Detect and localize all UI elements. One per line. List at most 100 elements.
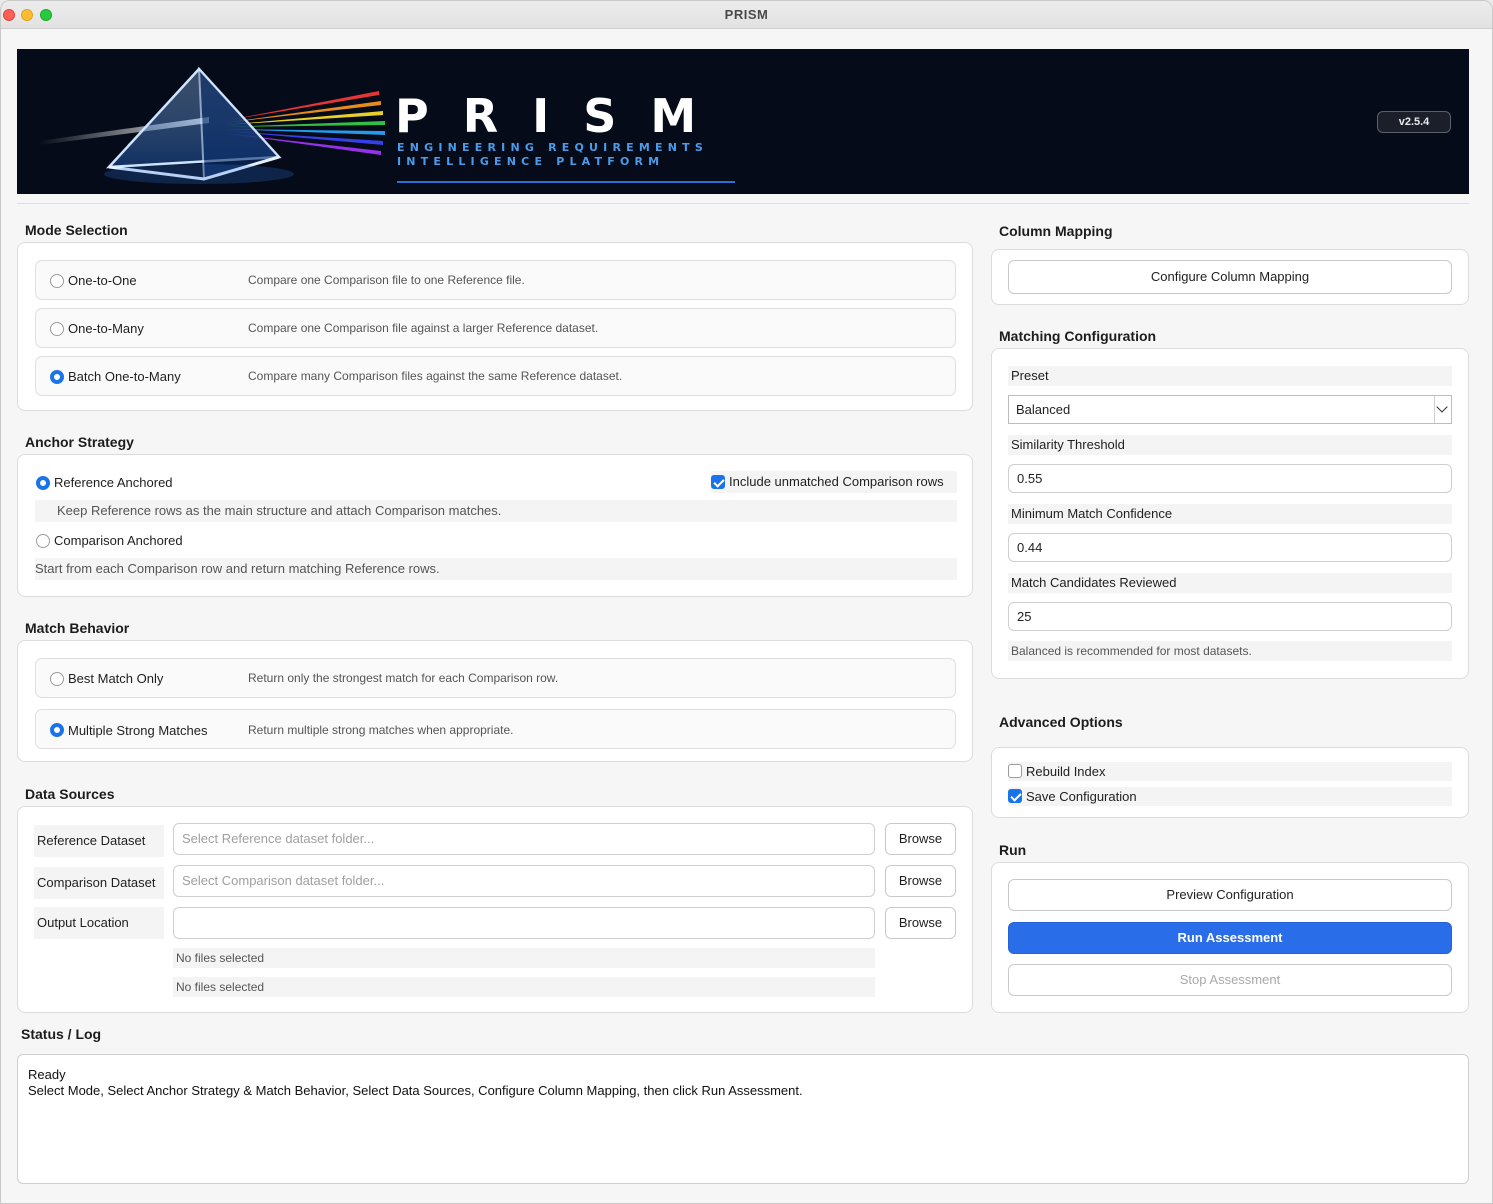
column-mapping-card: Configure Column Mapping bbox=[991, 249, 1469, 305]
rebuild-index-label[interactable]: Rebuild Index bbox=[1026, 764, 1106, 779]
output-location-label: Output Location bbox=[37, 915, 129, 930]
mode-option-description: Compare one Comparison file against a la… bbox=[248, 321, 599, 335]
mode-option-description: Compare one Comparison file to one Refer… bbox=[248, 273, 525, 287]
data-sources-title: Data Sources bbox=[25, 786, 115, 802]
logo-divider bbox=[397, 181, 735, 183]
preview-configuration-button[interactable]: Preview Configuration bbox=[1008, 879, 1452, 911]
save-configuration-label[interactable]: Save Configuration bbox=[1026, 789, 1137, 804]
reference-anchored-description-band: Keep Reference rows as the main structur… bbox=[35, 500, 957, 522]
match-option-description: Return multiple strong matches when appr… bbox=[248, 723, 514, 737]
rebuild-index-checkbox[interactable] bbox=[1008, 764, 1022, 778]
output-location-input[interactable] bbox=[173, 907, 875, 939]
run-card: Preview Configuration Run Assessment Sto… bbox=[991, 862, 1469, 1013]
logo-wordmark: PRISM bbox=[395, 89, 731, 143]
mode-option-one-to-many[interactable]: One-to-Many Compare one Comparison file … bbox=[35, 308, 956, 348]
mode-option-batch-one-to-many[interactable]: Batch One-to-Many Compare many Compariso… bbox=[35, 356, 956, 396]
window-title: PRISM bbox=[724, 7, 769, 22]
preset-select[interactable]: Balanced bbox=[1008, 395, 1452, 424]
status-log-title: Status / Log bbox=[21, 1026, 102, 1042]
run-assessment-button[interactable]: Run Assessment bbox=[1008, 922, 1452, 954]
preset-hint-band: Balanced is recommended for most dataset… bbox=[1008, 641, 1452, 661]
mode-selection-title: Mode Selection bbox=[25, 222, 128, 238]
preset-label: Preset bbox=[1011, 368, 1049, 383]
matching-configuration-title: Matching Configuration bbox=[999, 328, 1157, 344]
similarity-threshold-input[interactable]: 0.55 bbox=[1008, 464, 1452, 493]
app-window: PRISM PRISM ENGINEERING REQUIREMENTS INT… bbox=[0, 0, 1493, 1204]
preset-value: Balanced bbox=[1016, 402, 1071, 417]
anchor-strategy-title: Anchor Strategy bbox=[25, 434, 134, 450]
comparison-anchored-label[interactable]: Comparison Anchored bbox=[54, 533, 183, 548]
match-option-multiple-strong[interactable]: Multiple Strong Matches Return multiple … bbox=[35, 709, 956, 749]
best-match-only-radio[interactable] bbox=[50, 672, 64, 686]
anchor-strategy-card: Reference Anchored Include unmatched Com… bbox=[17, 454, 973, 597]
comparison-anchored-description-band: Start from each Comparison row and retur… bbox=[35, 558, 957, 580]
comparison-anchored-radio[interactable] bbox=[36, 534, 50, 548]
reference-dataset-label: Reference Dataset bbox=[37, 833, 146, 848]
comparison-browse-button[interactable]: Browse bbox=[885, 865, 956, 897]
mode-one-to-one-radio[interactable] bbox=[50, 274, 64, 288]
mode-one-to-many-radio[interactable] bbox=[50, 322, 64, 336]
title-bar: PRISM bbox=[1, 1, 1492, 29]
candidates-label-band: Match Candidates Reviewed bbox=[1008, 573, 1452, 593]
comparison-file-status: No files selected bbox=[176, 980, 265, 994]
comparison-file-status-band: No files selected bbox=[173, 977, 875, 997]
column-mapping-title: Column Mapping bbox=[999, 223, 1113, 239]
similarity-label-band: Similarity Threshold bbox=[1008, 435, 1452, 455]
preset-label-band: Preset bbox=[1008, 366, 1452, 386]
comparison-anchored-description: Start from each Comparison row and retur… bbox=[35, 561, 440, 576]
mode-option-label: One-to-Many bbox=[68, 321, 144, 336]
mode-option-label: Batch One-to-Many bbox=[68, 369, 181, 384]
match-option-label: Best Match Only bbox=[68, 671, 164, 686]
stop-assessment-button[interactable]: Stop Assessment bbox=[1008, 964, 1452, 996]
comparison-dataset-input[interactable]: Select Comparison dataset folder... bbox=[173, 865, 875, 897]
chevron-down-icon[interactable] bbox=[1434, 396, 1451, 423]
match-option-label: Multiple Strong Matches bbox=[68, 723, 208, 738]
output-browse-button[interactable]: Browse bbox=[885, 907, 956, 939]
mode-option-description: Compare many Comparison files against th… bbox=[248, 369, 623, 383]
include-unmatched-label[interactable]: Include unmatched Comparison rows bbox=[729, 474, 944, 489]
mode-selection-card: One-to-One Compare one Comparison file t… bbox=[17, 242, 973, 411]
match-option-description: Return only the strongest match for each… bbox=[248, 671, 559, 685]
include-unmatched-row[interactable]: Include unmatched Comparison rows bbox=[711, 471, 957, 493]
match-behavior-title: Match Behavior bbox=[25, 620, 130, 636]
minimum-match-confidence-label: Minimum Match Confidence bbox=[1011, 506, 1173, 521]
header-divider bbox=[17, 203, 1469, 204]
data-sources-card: Reference Dataset Select Reference datas… bbox=[17, 806, 973, 1013]
save-configuration-row[interactable]: Save Configuration bbox=[1008, 787, 1452, 806]
configure-column-mapping-button[interactable]: Configure Column Mapping bbox=[1008, 260, 1452, 294]
output-location-label-band: Output Location bbox=[34, 907, 164, 939]
match-candidates-input[interactable]: 25 bbox=[1008, 602, 1452, 631]
confidence-label-band: Minimum Match Confidence bbox=[1008, 504, 1452, 524]
reference-anchored-label[interactable]: Reference Anchored bbox=[54, 475, 173, 490]
log-line: Ready bbox=[28, 1067, 66, 1082]
status-log-area[interactable]: Ready Select Mode, Select Anchor Strateg… bbox=[17, 1054, 1469, 1184]
advanced-options-title: Advanced Options bbox=[999, 714, 1123, 730]
reference-dataset-input[interactable]: Select Reference dataset folder... bbox=[173, 823, 875, 855]
header-banner: PRISM ENGINEERING REQUIREMENTS INTELLIGE… bbox=[17, 49, 1469, 194]
reference-file-status-band: No files selected bbox=[173, 948, 875, 968]
reference-anchored-description: Keep Reference rows as the main structur… bbox=[57, 503, 502, 518]
mode-batch-one-to-many-radio[interactable] bbox=[50, 370, 64, 384]
reference-browse-button[interactable]: Browse bbox=[885, 823, 956, 855]
tagline-line-1: ENGINEERING REQUIREMENTS bbox=[397, 141, 708, 154]
logo-tagline: ENGINEERING REQUIREMENTS INTELLIGENCE PL… bbox=[397, 141, 757, 169]
match-behavior-card: Best Match Only Return only the stronges… bbox=[17, 640, 973, 762]
multiple-strong-matches-radio[interactable] bbox=[50, 723, 64, 737]
match-option-best-only[interactable]: Best Match Only Return only the stronges… bbox=[35, 658, 956, 698]
log-line: Select Mode, Select Anchor Strategy & Ma… bbox=[28, 1083, 803, 1098]
rebuild-index-row[interactable]: Rebuild Index bbox=[1008, 762, 1452, 781]
mode-option-one-to-one[interactable]: One-to-One Compare one Comparison file t… bbox=[35, 260, 956, 300]
save-configuration-checkbox[interactable] bbox=[1008, 789, 1022, 803]
mode-option-label: One-to-One bbox=[68, 273, 137, 288]
minimum-match-confidence-input[interactable]: 0.44 bbox=[1008, 533, 1452, 562]
reference-dataset-label-band: Reference Dataset bbox=[34, 825, 164, 857]
reference-file-status: No files selected bbox=[176, 951, 265, 965]
run-title: Run bbox=[999, 842, 1027, 858]
reference-anchored-radio[interactable] bbox=[36, 476, 50, 490]
include-unmatched-checkbox[interactable] bbox=[711, 475, 725, 489]
similarity-threshold-label: Similarity Threshold bbox=[1011, 437, 1125, 452]
comparison-dataset-label: Comparison Dataset bbox=[37, 875, 156, 890]
version-badge: v2.5.4 bbox=[1377, 111, 1451, 133]
advanced-options-card: Rebuild Index Save Configuration bbox=[991, 747, 1469, 818]
matching-configuration-card: Preset Balanced Similarity Threshold 0.5… bbox=[991, 348, 1469, 679]
